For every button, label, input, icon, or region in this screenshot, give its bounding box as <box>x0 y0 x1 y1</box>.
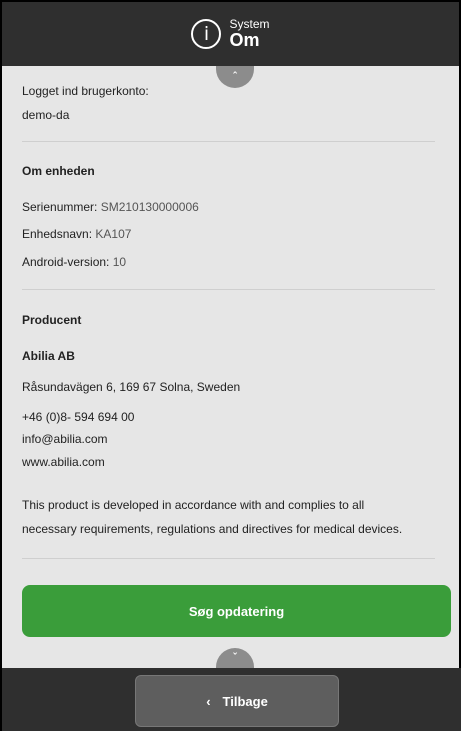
chevron-left-icon: ‹ <box>206 693 211 709</box>
back-button[interactable]: ‹ Tilbage <box>135 675 339 727</box>
account-value: demo-da <box>22 108 70 122</box>
compliance-text-line2: necessary requirements, regulations and … <box>22 522 403 536</box>
divider <box>22 289 435 290</box>
android-version-row: Android-version: 10 <box>22 255 126 269</box>
producer-company: Abilia AB <box>22 349 75 363</box>
producer-phone: +46 (0)8- 594 694 00 <box>22 410 135 424</box>
top-bar: i System Om <box>2 2 459 66</box>
android-version-value: 10 <box>112 255 127 269</box>
producer-website: www.abilia.com <box>22 455 105 469</box>
device-name-row: Enhedsnavn: KA107 <box>22 227 131 241</box>
serial-value: SM210130000006 <box>100 200 199 214</box>
title-group: i System Om <box>191 16 270 51</box>
producer-address: Råsundavägen 6, 169 67 Solna, Sweden <box>22 380 241 394</box>
device-heading: Om enheden <box>22 164 95 178</box>
page-category: System <box>229 16 270 31</box>
app-window: i System Om Logget ind brugerkonto: demo… <box>0 0 461 731</box>
compliance-text-line1: This product is developed in accordance … <box>22 498 365 512</box>
search-update-label: Søg opdatering <box>188 603 285 619</box>
info-circle-icon: i <box>191 18 222 49</box>
bottom-bar: ‹ Tilbage <box>2 668 461 731</box>
content-area[interactable]: Logget ind brugerkonto: demo-da Om enhed… <box>2 66 459 668</box>
search-update-button[interactable]: Søg opdatering <box>22 585 451 637</box>
serial-label: Serienummer: <box>22 200 98 214</box>
device-name-value: KA107 <box>95 227 132 241</box>
device-name-label: Enhedsnavn: <box>22 227 93 241</box>
android-version-label: Android-version: <box>22 255 110 269</box>
chevron-down-icon: ˇ <box>233 652 237 664</box>
producer-email: info@abilia.com <box>22 432 108 446</box>
account-label: Logget ind brugerkonto: <box>22 84 149 98</box>
title-text: System Om <box>229 16 270 51</box>
page-title: Om <box>229 29 260 50</box>
chevron-up-icon: ˆ <box>233 71 237 83</box>
serial-row: Serienummer: SM210130000006 <box>22 200 199 214</box>
producer-heading: Producent <box>22 313 82 327</box>
divider <box>22 141 435 142</box>
divider <box>22 558 435 559</box>
back-label: Tilbage <box>222 693 268 709</box>
